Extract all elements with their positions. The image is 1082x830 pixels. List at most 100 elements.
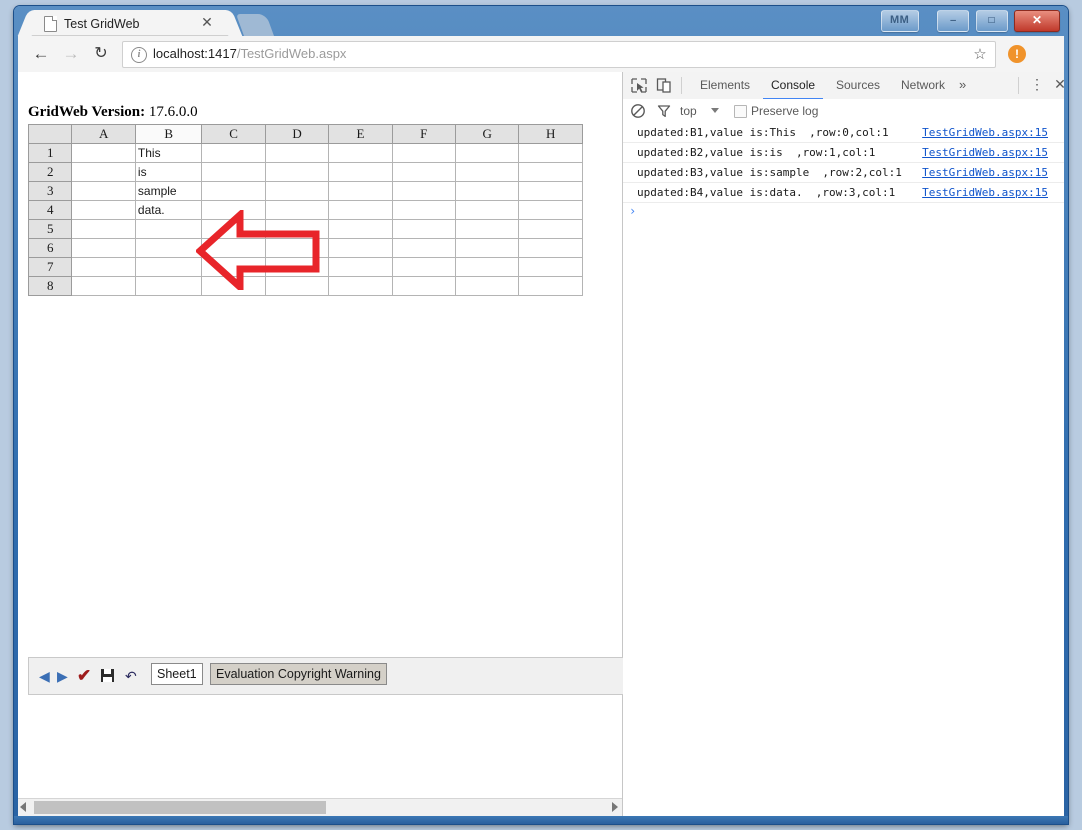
row-header-5[interactable]: 5 xyxy=(29,219,73,239)
cell-E8[interactable] xyxy=(328,276,393,296)
cell-F2[interactable] xyxy=(392,162,456,182)
window-minimize-button[interactable]: – xyxy=(937,10,970,32)
console-message-source-link[interactable]: TestGridWeb.aspx:15 xyxy=(922,185,1048,201)
cell-H8[interactable] xyxy=(518,276,583,296)
devtools-menu-kebab-icon[interactable]: ⋮ xyxy=(1029,76,1045,94)
cell-G6[interactable] xyxy=(455,238,520,258)
cell-A4[interactable] xyxy=(71,200,136,220)
cell-A1[interactable] xyxy=(71,143,136,163)
cell-G7[interactable] xyxy=(455,257,520,277)
column-header-f[interactable]: F xyxy=(392,125,456,144)
cell-D4[interactable] xyxy=(265,200,330,220)
column-header-h[interactable]: H xyxy=(518,125,583,144)
save-icon[interactable] xyxy=(101,666,114,686)
column-header-a[interactable]: A xyxy=(71,125,136,144)
bookmark-star-icon[interactable]: ☆ xyxy=(971,46,989,64)
cell-G2[interactable] xyxy=(455,162,520,182)
cell-C2[interactable] xyxy=(201,162,266,182)
cell-B6[interactable] xyxy=(135,238,203,258)
cell-C5[interactable] xyxy=(201,219,266,239)
console-context-selector[interactable]: top xyxy=(680,102,697,120)
device-toolbar-icon[interactable] xyxy=(655,77,673,94)
cell-G3[interactable] xyxy=(455,181,520,201)
page-horizontal-scrollbar[interactable] xyxy=(18,798,622,816)
preserve-log-label[interactable]: Preserve log xyxy=(751,102,818,120)
spreadsheet-grid[interactable]: ABCDEFGH 1 This 2 is 3 sample 4 data. 5 6 7 8 xyxy=(28,124,583,296)
row-header-8[interactable]: 8 xyxy=(29,276,73,296)
previous-sheet-icon[interactable]: ◀ xyxy=(39,666,50,686)
cell-A8[interactable] xyxy=(71,276,136,296)
horizontal-scrollbar-thumb[interactable] xyxy=(34,801,326,814)
cell-B4[interactable]: data. xyxy=(135,200,203,220)
cell-A5[interactable] xyxy=(71,219,136,239)
cell-H1[interactable] xyxy=(518,143,583,163)
tab-sources[interactable]: Sources xyxy=(828,72,888,98)
row-header-1[interactable]: 1 xyxy=(29,143,73,163)
tab-network[interactable]: Network xyxy=(893,72,953,98)
window-extra-mm-button[interactable]: MM xyxy=(880,10,919,32)
console-message-source-link[interactable]: TestGridWeb.aspx:15 xyxy=(922,165,1048,181)
cell-G4[interactable] xyxy=(455,200,520,220)
browser-tab-test-gridweb[interactable]: Test GridWeb ✕ xyxy=(32,10,228,36)
cell-E2[interactable] xyxy=(328,162,393,182)
cell-C4[interactable] xyxy=(201,200,266,220)
row-header-4[interactable]: 4 xyxy=(29,200,73,220)
cell-C7[interactable] xyxy=(201,257,266,277)
cell-D7[interactable] xyxy=(265,257,330,277)
cell-B5[interactable] xyxy=(135,219,203,239)
console-message-source-link[interactable]: TestGridWeb.aspx:15 xyxy=(922,125,1048,141)
devtools-close-icon[interactable]: ✕ xyxy=(1052,76,1064,94)
cell-F6[interactable] xyxy=(392,238,456,258)
column-header-b[interactable]: B xyxy=(135,125,203,144)
column-header-e[interactable]: E xyxy=(328,125,393,144)
grid-corner-cell[interactable] xyxy=(29,125,73,144)
window-close-button[interactable]: ✕ xyxy=(1014,10,1060,32)
cell-B8[interactable] xyxy=(135,276,203,296)
cell-D3[interactable] xyxy=(265,181,330,201)
cell-D1[interactable] xyxy=(265,143,330,163)
cell-H3[interactable] xyxy=(518,181,583,201)
console-input-prompt[interactable]: › xyxy=(623,203,1064,223)
cell-B3[interactable]: sample xyxy=(135,181,203,201)
cell-E7[interactable] xyxy=(328,257,393,277)
filter-funnel-icon[interactable] xyxy=(656,103,672,119)
cell-E3[interactable] xyxy=(328,181,393,201)
row-header-7[interactable]: 7 xyxy=(29,257,73,277)
site-info-icon[interactable]: i xyxy=(131,47,147,63)
cell-H5[interactable] xyxy=(518,219,583,239)
scroll-right-arrow-icon[interactable] xyxy=(612,802,618,812)
cell-D8[interactable] xyxy=(265,276,330,296)
cell-G5[interactable] xyxy=(455,219,520,239)
row-header-2[interactable]: 2 xyxy=(29,162,73,182)
cell-E4[interactable] xyxy=(328,200,393,220)
cell-E1[interactable] xyxy=(328,143,393,163)
tab-console[interactable]: Console xyxy=(763,72,824,100)
clear-console-icon[interactable] xyxy=(630,103,646,119)
cell-B1[interactable]: This xyxy=(135,143,203,163)
column-header-d[interactable]: D xyxy=(265,125,330,144)
chevron-down-icon[interactable] xyxy=(711,108,719,113)
close-tab-icon[interactable]: ✕ xyxy=(200,15,214,30)
grid-table[interactable]: ABCDEFGH 1 This 2 is 3 sample 4 data. 5 6 7 8 xyxy=(29,125,583,296)
inspect-element-icon[interactable] xyxy=(630,77,648,94)
address-bar[interactable]: i localhost:1417/TestGridWeb.aspx ☆ xyxy=(122,41,996,68)
new-tab-button[interactable] xyxy=(235,14,275,36)
cell-B2[interactable]: is xyxy=(135,162,203,182)
tab-elements[interactable]: Elements xyxy=(692,72,758,98)
cell-C1[interactable] xyxy=(201,143,266,163)
row-header-6[interactable]: 6 xyxy=(29,238,73,258)
cell-H7[interactable] xyxy=(518,257,583,277)
cell-A7[interactable] xyxy=(71,257,136,277)
preserve-log-checkbox[interactable] xyxy=(734,105,747,118)
next-sheet-icon[interactable]: ▶ xyxy=(57,666,68,686)
cell-C6[interactable] xyxy=(201,238,266,258)
cell-H2[interactable] xyxy=(518,162,583,182)
cell-D2[interactable] xyxy=(265,162,330,182)
console-message-source-link[interactable]: TestGridWeb.aspx:15 xyxy=(922,145,1048,161)
cell-H4[interactable] xyxy=(518,200,583,220)
column-header-c[interactable]: C xyxy=(201,125,266,144)
cell-C3[interactable] xyxy=(201,181,266,201)
cell-G1[interactable] xyxy=(455,143,520,163)
cell-E5[interactable] xyxy=(328,219,393,239)
cell-F5[interactable] xyxy=(392,219,456,239)
